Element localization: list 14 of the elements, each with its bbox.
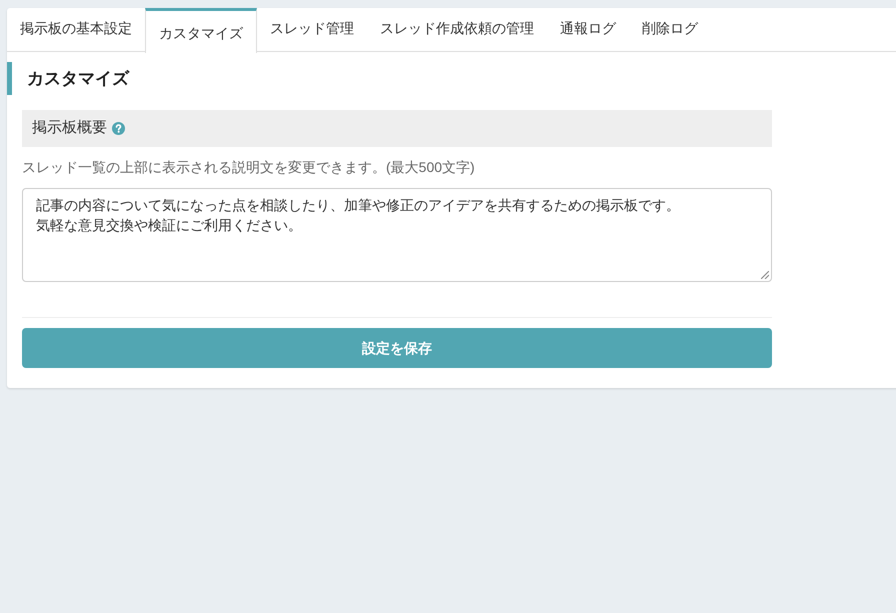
resize-grip-icon[interactable] xyxy=(761,271,769,279)
textarea-line: 気軽な意見交換や検証にご利用ください。 xyxy=(36,216,302,235)
tab[interactable]: 掲示板の基本設定 xyxy=(7,8,145,52)
description-textarea[interactable]: 記事の内容について気になった点を相談したり、加筆や修正のアイデアを共有するための掲示板です。 気軽な意見交換や検証にご利用ください。 xyxy=(22,188,772,282)
tab[interactable]: 削除ログ xyxy=(629,8,711,52)
help-icon xyxy=(112,122,125,135)
textarea-line: 記事の内容について気になった点を相談したり、加筆や修正のアイデアを共有するための掲示板です。 xyxy=(36,196,680,215)
tab[interactable]: スレッド管理 xyxy=(257,8,367,52)
page-title: カスタマイズ xyxy=(27,68,129,90)
tab[interactable]: スレッド作成依頼の管理 xyxy=(367,8,547,52)
section-title: 掲示板概要 xyxy=(32,118,107,138)
description-text: スレッド一覧の上部に表示される説明文を変更できます。(最大500文字) xyxy=(22,158,476,177)
tab[interactable]: 通報ログ xyxy=(547,8,629,52)
tab[interactable]: カスタマイズ xyxy=(145,8,257,53)
